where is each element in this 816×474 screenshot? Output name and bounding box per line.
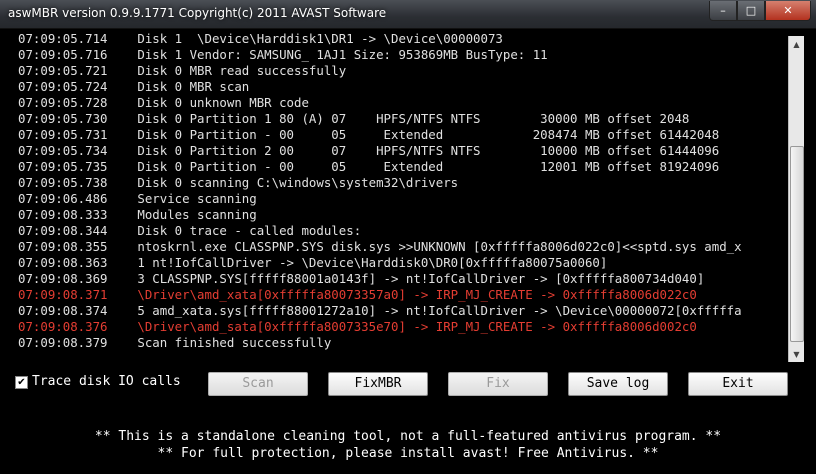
scroll-up-icon[interactable]: ▲ xyxy=(789,36,804,52)
save-log-button[interactable]: Save log xyxy=(568,372,668,396)
log-line: 07:09:05.716 Disk 1 Vendor: SAMSUNG_ 1AJ… xyxy=(18,47,548,62)
window-controls: – □ ✕ xyxy=(709,1,811,21)
log-line: 07:09:05.738 Disk 0 scanning C:\windows\… xyxy=(18,175,459,190)
log-line: 07:09:05.734 Disk 0 Partition 2 00 07 HP… xyxy=(18,143,720,158)
log-lines: 07:09:05.714 Disk 1 \Device\Harddisk1\DR… xyxy=(18,31,786,351)
log-line: 07:09:08.374 5 amd_xata.sys[fffff8800127… xyxy=(18,303,742,318)
scroll-thumb[interactable] xyxy=(790,146,804,342)
log-line: 07:09:05.721 Disk 0 MBR read successfull… xyxy=(18,63,347,78)
log-line: 07:09:08.369 3 CLASSPNP.SYS[fffff88001a0… xyxy=(18,271,705,286)
log-line: 07:09:08.355 ntoskrnl.exe CLASSPNP.SYS d… xyxy=(18,239,742,254)
footer-notice: ** This is a standalone cleaning tool, n… xyxy=(0,428,816,462)
scan-log: 07:09:05.714 Disk 1 \Device\Harddisk1\DR… xyxy=(10,30,804,364)
window-title: aswMBR version 0.9.9.1771 Copyright(c) 2… xyxy=(8,6,387,20)
log-line-error: 07:09:08.371 \Driver\amd_xata[0xfffffa80… xyxy=(18,287,697,302)
minimize-button[interactable]: – xyxy=(709,1,737,21)
log-line: 07:09:05.730 Disk 0 Partition 1 80 (A) 0… xyxy=(18,111,690,126)
controls-row: ✔ Trace disk IO calls Scan FixMBR Fix Sa… xyxy=(0,370,816,396)
log-line: 07:09:05.731 Disk 0 Partition - 00 05 Ex… xyxy=(18,127,720,142)
footer-line-1: ** This is a standalone cleaning tool, n… xyxy=(94,429,722,444)
scroll-down-icon[interactable]: ▼ xyxy=(789,346,804,362)
log-line: 07:09:05.735 Disk 0 Partition - 00 05 Ex… xyxy=(18,159,720,174)
log-line: 07:09:08.333 Modules scanning xyxy=(18,207,257,222)
log-scrollbar[interactable]: ▲ ▼ xyxy=(788,36,804,362)
fix-button[interactable]: Fix xyxy=(448,372,548,396)
log-line-error: 07:09:08.376 \Driver\amd_sata[0xfffffa80… xyxy=(18,319,697,334)
close-button[interactable]: ✕ xyxy=(765,1,811,21)
trace-disk-io-checkbox[interactable]: ✔ xyxy=(15,376,28,389)
exit-button[interactable]: Exit xyxy=(688,372,788,396)
log-line: 07:09:06.486 Service scanning xyxy=(18,191,257,206)
log-line: 07:09:08.344 Disk 0 trace - called modul… xyxy=(18,223,362,238)
log-line: 07:09:08.379 Scan finished successfully xyxy=(18,335,332,350)
maximize-button[interactable]: □ xyxy=(737,1,765,21)
log-line: 07:09:05.728 Disk 0 unknown MBR code xyxy=(18,95,309,110)
scan-button[interactable]: Scan xyxy=(208,372,308,396)
log-line: 07:09:05.714 Disk 1 \Device\Harddisk1\DR… xyxy=(18,31,503,46)
footer-line-2: ** For full protection, please install a… xyxy=(157,446,659,461)
fixmbr-button[interactable]: FixMBR xyxy=(328,372,428,396)
title-bar: aswMBR version 0.9.9.1771 Copyright(c) 2… xyxy=(0,0,816,29)
trace-disk-io-label[interactable]: Trace disk IO calls xyxy=(32,374,181,389)
log-line: 07:09:08.363 1 nt!IofCallDriver -> \Devi… xyxy=(18,255,608,270)
log-line: 07:09:05.724 Disk 0 MBR scan xyxy=(18,79,250,94)
